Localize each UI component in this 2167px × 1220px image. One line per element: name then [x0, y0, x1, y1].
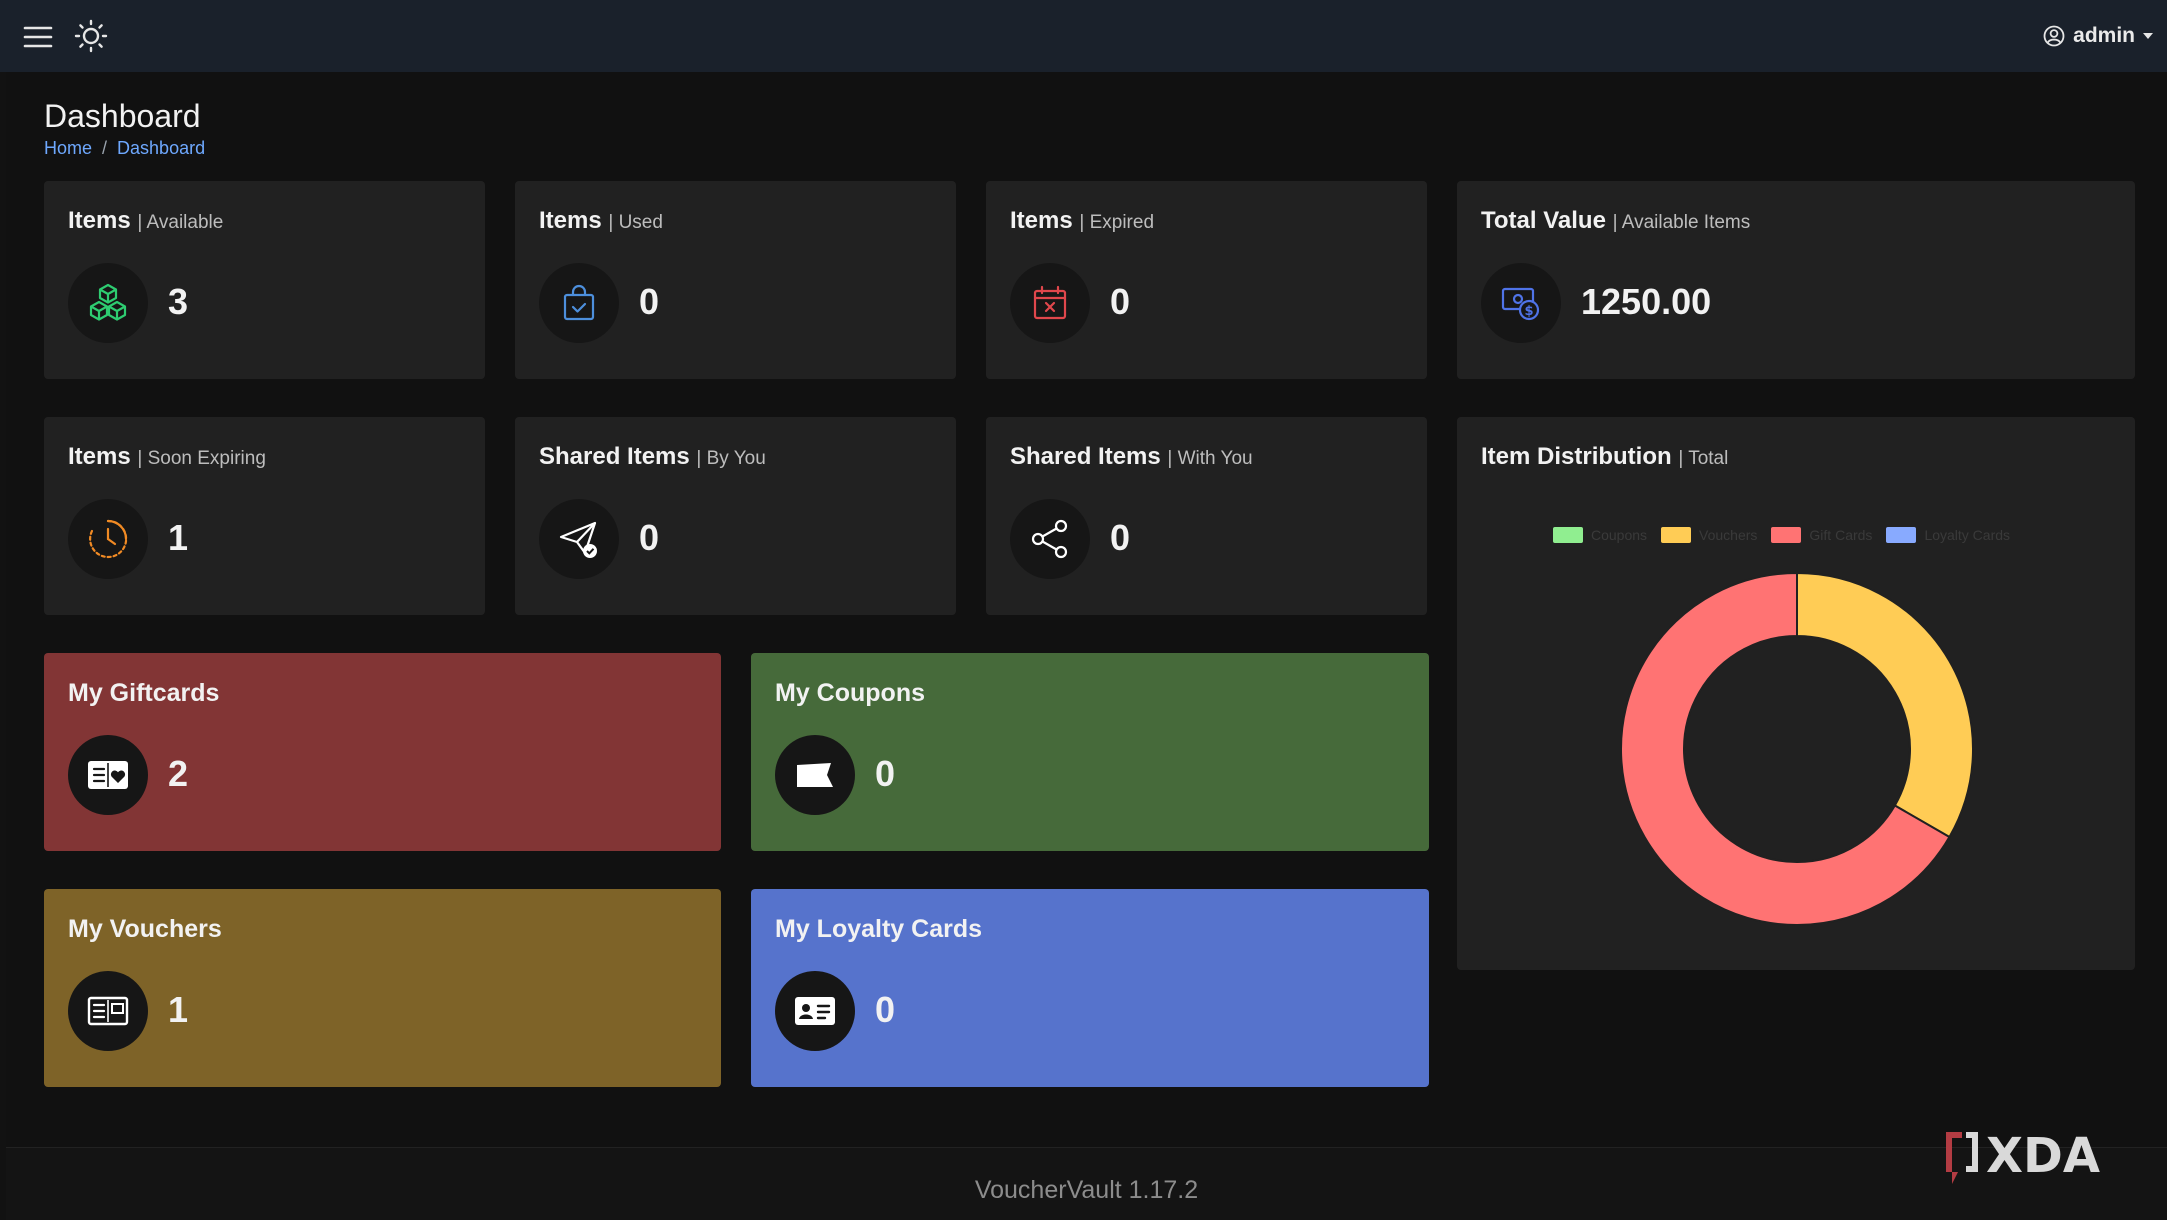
card-title: Total Value | Available Items [1481, 207, 1751, 234]
card-title: Items | Soon Expiring [68, 443, 266, 470]
breadcrumb-home[interactable]: Home [44, 138, 92, 159]
shopping-bag-check-icon [539, 263, 619, 343]
user-circle-icon [2043, 25, 2065, 47]
app-version: VoucherVault 1.17.2 [974, 1176, 1199, 1204]
stat-card-shared-by-you[interactable]: Shared Items | By You 0 [515, 417, 956, 615]
boxes-icon [68, 263, 148, 343]
card-title: Items | Available [68, 207, 224, 234]
stat-card-items-available[interactable]: Items | Available 3 [44, 181, 485, 379]
svg-text:$: $ [1524, 304, 1533, 319]
card-title: My Loyalty Cards [775, 915, 983, 943]
card-title: Shared Items | By You [539, 443, 766, 470]
svg-text:XDA: XDA [1986, 1128, 2100, 1184]
card-value: 1250.00 [1581, 281, 1712, 322]
card-value: 0 [1110, 281, 1131, 322]
card-value: 0 [639, 281, 660, 322]
ticket-icon [775, 735, 855, 815]
donut-chart [1620, 571, 1974, 926]
category-card-vouchers[interactable]: My Vouchers 1 [44, 889, 721, 1087]
card-title: My Vouchers [68, 915, 222, 943]
main-content: Dashboard Home / Dashboard Items | Avail… [6, 72, 2167, 1147]
user-menu[interactable]: admin [2043, 22, 2153, 50]
hamburger-menu-icon[interactable] [22, 21, 54, 53]
share-icon [1010, 499, 1090, 579]
item-distribution-card: Item Distribution | Total Coupons Voucher… [1457, 417, 2135, 970]
top-navbar: admin [0, 0, 2167, 72]
breadcrumb-current: Dashboard [117, 138, 206, 158]
send-check-icon [539, 499, 619, 579]
sun-icon[interactable] [74, 19, 108, 53]
card-title: Items | Expired [1010, 207, 1155, 234]
card-value: 0 [875, 989, 896, 1030]
card-value: 1 [168, 989, 189, 1030]
calendar-x-icon [1010, 263, 1090, 343]
card-title: My Giftcards [68, 679, 220, 707]
stat-card-total-value[interactable]: Total Value | Available Items $ 1250.00 [1457, 181, 2135, 379]
page-title: Dashboard [44, 98, 201, 134]
card-value: 0 [1110, 517, 1131, 558]
user-name: admin [2073, 24, 2135, 47]
voucher-icon [68, 971, 148, 1051]
breadcrumb: Home / Dashboard [44, 138, 205, 159]
money-icon: $ [1481, 263, 1561, 343]
category-card-giftcards[interactable]: My Giftcards 2 [44, 653, 721, 851]
card-value: 2 [168, 753, 189, 794]
card-value: 0 [875, 753, 896, 794]
category-card-coupons[interactable]: My Coupons 0 [751, 653, 1429, 851]
clock-icon [68, 499, 148, 579]
stat-card-items-soon-expiring[interactable]: Items | Soon Expiring 1 [44, 417, 485, 615]
gift-card-icon [68, 735, 148, 815]
card-value: 0 [639, 517, 660, 558]
card-title: Items | Used [539, 207, 663, 234]
card-value: 1 [168, 517, 189, 558]
stat-card-items-used[interactable]: Items | Used 0 [515, 181, 956, 379]
footer: VoucherVault 1.17.2 [6, 1147, 2167, 1220]
card-value: 3 [168, 281, 189, 322]
card-title: My Coupons [775, 679, 925, 707]
card-title: Shared Items | With You [1010, 443, 1253, 470]
category-card-loyalty-cards[interactable]: My Loyalty Cards 0 [751, 889, 1429, 1087]
donut-slice-vouchers[interactable] [1796, 571, 1974, 839]
stat-card-items-expired[interactable]: Items | Expired 0 [986, 181, 1427, 379]
id-card-icon [775, 971, 855, 1051]
breadcrumb-separator: / [102, 138, 108, 158]
xda-watermark-logo: XDA [1946, 1128, 2100, 1184]
stat-card-shared-with-you[interactable]: Shared Items | With You 0 [986, 417, 1427, 615]
caret-down-icon [2143, 32, 2153, 40]
